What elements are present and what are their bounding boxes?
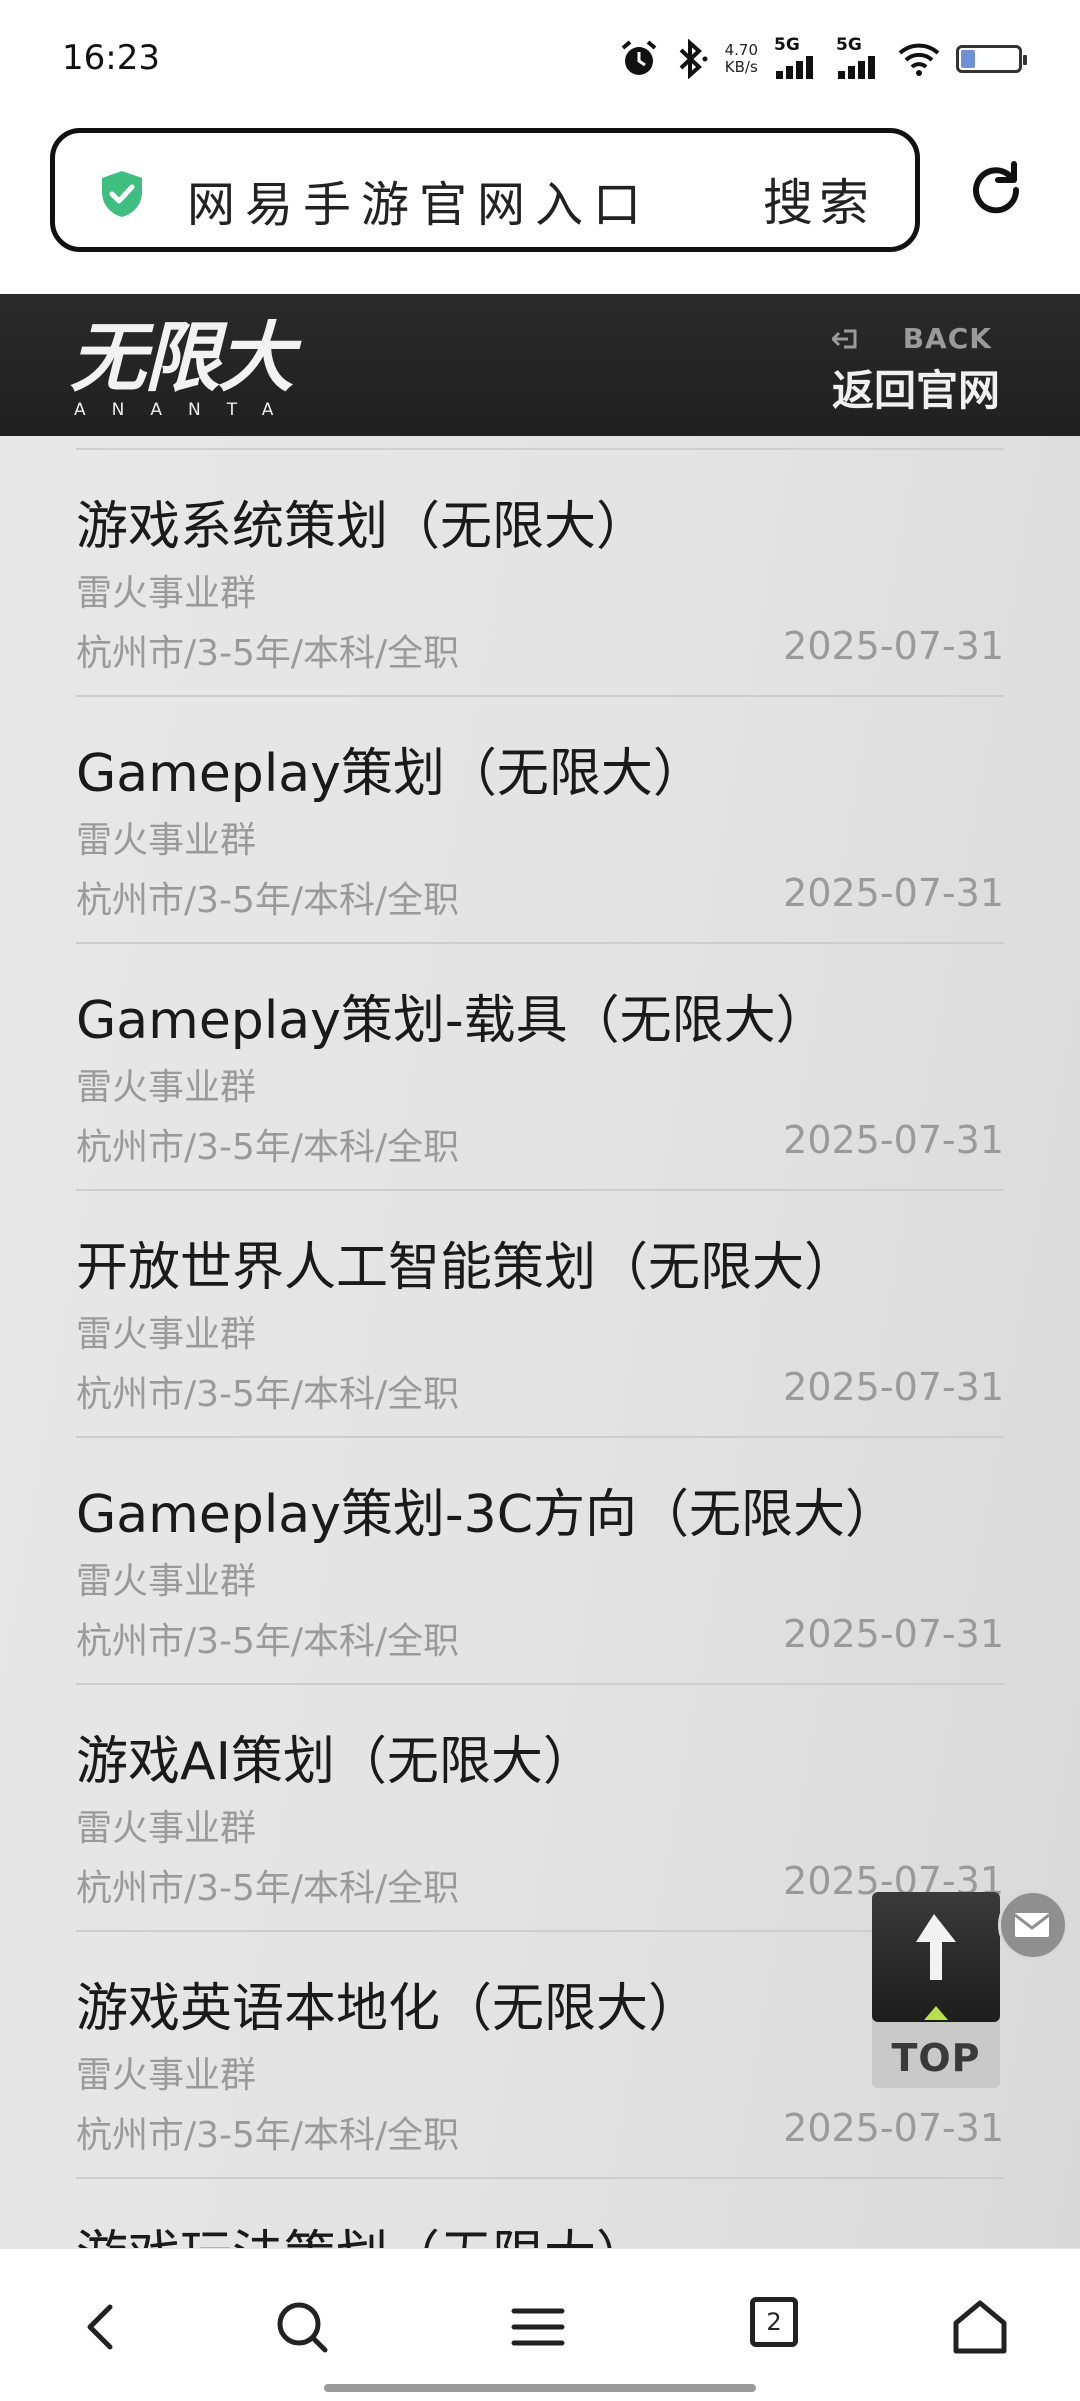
back-label-en: BACK	[902, 322, 992, 355]
browser-bottom-nav: 2	[0, 2248, 1080, 2401]
job-meta: 杭州市/3-5年/本科/全职	[76, 1621, 460, 1662]
job-item[interactable]: 游戏玩法策划（无限大）	[76, 2179, 1004, 2248]
top-label: TOP	[891, 2036, 981, 2080]
job-item[interactable]: 游戏英语本地化（无限大） 雷火事业群杭州市/3-5年/本科/全职 2025-07-3…	[76, 1932, 1004, 2179]
status-time: 16:23	[62, 38, 160, 78]
status-icons: 4.70 KB/s 5G 5G 16	[603, 34, 1027, 84]
job-date: 2025-07-31	[783, 1365, 1004, 1409]
net-speed: 4.70 KB/s	[725, 42, 758, 76]
job-meta: 杭州市/3-5年/本科/全职	[76, 633, 460, 674]
home-indicator	[324, 2384, 756, 2392]
signal-sim1-icon: 5G	[774, 35, 820, 81]
job-date: 2025-07-31	[783, 2106, 1004, 2150]
back-to-official-site[interactable]: BACK 返回官网	[831, 322, 1000, 418]
bluetooth-icon	[675, 39, 709, 79]
back-label-cn: 返回官网	[831, 366, 1000, 415]
job-date: 2025-07-31	[783, 624, 1004, 668]
job-title: Gameplay策划（无限大）	[76, 744, 705, 804]
status-bar: 16:23 4.70 KB/s 5G 5G 16	[0, 0, 1080, 120]
job-item[interactable]: 游戏AI策划（无限大） 雷火事业群 杭州市/3-5年/本科/全职 2025-07-31	[76, 1685, 1004, 1932]
job-title: 游戏AI策划（无限大）	[76, 1732, 595, 1792]
wifi-icon	[898, 42, 940, 76]
job-department: 雷火事业群	[76, 1561, 257, 1602]
site-header: 无限大 ANANTA BACK 返回官网	[0, 294, 1080, 436]
job-date: 2025-07-31	[783, 1118, 1004, 1162]
job-meta: 杭州市/3-5年/本科/全职	[76, 1868, 460, 1909]
net-speed-value: 4.70	[724, 41, 758, 59]
search-button[interactable]: 搜索	[763, 163, 875, 235]
job-item[interactable]: Gameplay策划-3C方向（无限大） 雷火事业群杭州市/3-5年/本科/全职 2…	[76, 1438, 1004, 1685]
search-query[interactable]: 网易手游官网入口	[187, 165, 651, 235]
search-icon[interactable]	[272, 2297, 332, 2357]
job-date: 2025-07-31	[783, 871, 1004, 915]
battery-level: 16	[978, 49, 1000, 69]
signal-sim2-icon: 5G	[836, 35, 882, 81]
job-department: 雷火事业群	[76, 1808, 257, 1849]
shield-check-icon	[102, 171, 142, 217]
job-department: 雷火事业群	[76, 573, 257, 614]
job-meta: 杭州市/3-5年/本科/全职	[76, 1127, 460, 1168]
site-logo[interactable]: 无限大 ANANTA	[70, 313, 300, 421]
job-item[interactable]: 游戏系统策划（无限大） 雷火事业群杭州市/3-5年/本科/全职 2025-07-31	[76, 450, 1004, 697]
job-title: Gameplay策划-载具（无限大）	[76, 991, 828, 1051]
job-meta: 杭州市/3-5年/本科/全职	[76, 2115, 460, 2156]
logo-subtitle: ANANTA	[74, 400, 300, 420]
home-icon[interactable]	[950, 2297, 1010, 2357]
tabs-button[interactable]: 2	[750, 2297, 798, 2347]
net-speed-unit: KB/s	[724, 58, 758, 76]
mail-icon	[1014, 1913, 1050, 1937]
job-meta: 杭州市/3-5年/本科/全职	[76, 1374, 460, 1415]
job-date: 2025-07-31	[783, 1612, 1004, 1656]
sim1-label: 5G	[774, 35, 800, 55]
message-button[interactable]	[998, 1890, 1068, 1960]
battery-icon: 16	[956, 45, 1027, 73]
alarm-icon	[619, 39, 659, 79]
job-department: 雷火事业群	[76, 2055, 257, 2096]
job-item[interactable]: Gameplay策划-载具（无限大） 雷火事业群杭州市/3-5年/本科/全职 202…	[76, 944, 1004, 1191]
job-title: 游戏系统策划（无限大）	[76, 497, 649, 557]
job-department: 雷火事业群	[76, 1067, 257, 1108]
exit-icon	[831, 329, 857, 348]
job-item[interactable]: Gameplay策划（无限大） 雷火事业群杭州市/3-5年/本科/全职 2025-0…	[76, 697, 1004, 944]
job-title: 游戏英语本地化（无限大）	[76, 1979, 701, 2039]
job-department: 雷火事业群	[76, 1314, 257, 1355]
job-title: 游戏玩法策划（无限大）	[76, 2213, 648, 2248]
menu-icon[interactable]	[508, 2297, 568, 2357]
job-list: 游戏系统策划（无限大） 雷火事业群 杭州市/3-5年/本科/全职 2025-07-31…	[76, 450, 1004, 2248]
back-arrow-icon[interactable]	[70, 2297, 130, 2357]
logo-text: 无限大	[70, 313, 294, 402]
address-bar[interactable]: 网易手游官网入口 搜索	[50, 128, 920, 252]
sim2-label: 5G	[836, 35, 862, 55]
job-title: Gameplay策划-3C方向（无限大）	[76, 1485, 898, 1545]
job-meta: 杭州市/3-5年/本科/全职	[76, 880, 460, 921]
job-title: 开放世界人工智能策划（无限大）	[76, 1238, 857, 1298]
job-item[interactable]: 开放世界人工智能策划（无限大） 雷火事业群杭州市/3-5年/本科/全职 2025-0…	[76, 1191, 1004, 1438]
refresh-icon[interactable]	[966, 160, 1026, 220]
job-department: 雷火事业群	[76, 820, 257, 861]
